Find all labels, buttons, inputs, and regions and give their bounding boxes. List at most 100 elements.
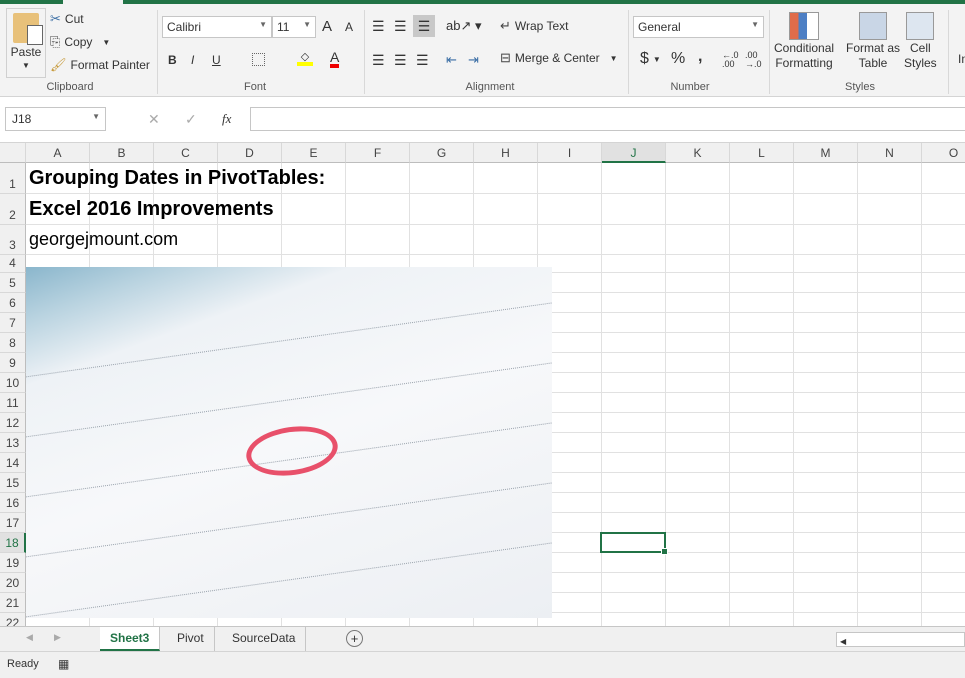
column-header-i[interactable]: I — [538, 143, 602, 163]
row-header-20[interactable]: 20 — [0, 573, 26, 593]
cut-button[interactable]: ✂ Cut — [50, 11, 84, 27]
column-header-d[interactable]: D — [218, 143, 282, 163]
middle-align-button[interactable]: ☰ — [394, 18, 407, 35]
red-circle-mark — [243, 420, 341, 482]
column-header-k[interactable]: K — [666, 143, 730, 163]
add-sheet-button[interactable]: + — [346, 630, 363, 647]
select-all-corner[interactable] — [0, 143, 26, 163]
row-header-15[interactable]: 15 — [0, 473, 26, 493]
number-format-dropdown[interactable]: General ▼ — [633, 16, 764, 38]
cell-styles-icon — [906, 12, 935, 40]
column-header-m[interactable]: M — [794, 143, 858, 163]
row-header-18[interactable]: 18 — [0, 533, 26, 553]
font-size-dropdown[interactable]: 11 ▼ — [272, 16, 316, 38]
row-header-16[interactable]: 16 — [0, 493, 26, 513]
column-header-j[interactable]: J — [602, 143, 666, 163]
format-painter-button[interactable]: 🖌 Format Painter — [50, 57, 150, 73]
column-header-l[interactable]: L — [730, 143, 794, 163]
format-as-label-2: Table — [858, 56, 888, 70]
fill-color-button[interactable]: ◇ — [297, 50, 313, 66]
column-header-b[interactable]: B — [90, 143, 154, 163]
column-header-f[interactable]: F — [346, 143, 410, 163]
insert-label: In — [958, 52, 965, 66]
worksheet-grid[interactable]: ABCDEFGHIJKLMNO 1 2 3 4 5 6 7 8 9 10 11 12 13 14 15 16 1… — [0, 143, 965, 626]
currency-button[interactable]: $ ▼ — [640, 50, 661, 68]
sheet-tab-sourcedata[interactable]: SourceData — [222, 627, 307, 651]
row-header-21[interactable]: 21 — [0, 593, 26, 613]
row-header-12[interactable]: 12 — [0, 413, 26, 433]
align-left-button[interactable]: ☰ — [372, 52, 385, 69]
row-header-8[interactable]: 8 — [0, 333, 26, 353]
chevron-down-icon: ▼ — [652, 54, 661, 64]
row-header-3[interactable]: 3 — [0, 225, 26, 255]
percent-button[interactable]: % — [671, 50, 685, 68]
selected-cell-j18[interactable] — [600, 532, 668, 555]
scroll-right-icon[interactable]: ▶ — [54, 632, 61, 643]
cell-styles-button[interactable]: Cell Styles — [904, 12, 937, 70]
italic-button[interactable]: I — [191, 53, 194, 67]
align-center-button[interactable]: ☰ — [394, 52, 407, 69]
calendar-photo[interactable] — [26, 267, 552, 618]
enter-button[interactable]: ✓ — [185, 111, 197, 128]
row-header-10[interactable]: 10 — [0, 373, 26, 393]
column-header-c[interactable]: C — [154, 143, 218, 163]
row-header-22[interactable]: 22 — [0, 613, 26, 626]
scroll-left-icon[interactable]: ◀ — [26, 632, 33, 643]
decrease-indent-button[interactable]: ⇤ — [446, 52, 457, 68]
bold-button[interactable]: B — [168, 53, 177, 67]
cancel-button[interactable]: ✕ — [148, 111, 160, 128]
copy-button[interactable]: ⎘ Copy ▼ — [50, 34, 110, 50]
shrink-font-button[interactable]: A — [345, 20, 353, 34]
gridline — [793, 163, 794, 626]
row-header-2[interactable]: 2 — [0, 194, 26, 225]
column-header-o[interactable]: O — [922, 143, 965, 163]
top-align-button[interactable]: ☰ — [372, 18, 385, 35]
row-header-9[interactable]: 9 — [0, 353, 26, 373]
row-header-7[interactable]: 7 — [0, 313, 26, 333]
row-header-13[interactable]: 13 — [0, 433, 26, 453]
column-header-a[interactable]: A — [26, 143, 90, 163]
column-header-g[interactable]: G — [410, 143, 474, 163]
merge-center-button[interactable]: ⊟ Merge & Center ▼ — [500, 50, 618, 66]
name-box[interactable]: J18 ▼ — [5, 107, 106, 131]
borders-button[interactable] — [252, 53, 265, 66]
cell-a1[interactable]: Grouping Dates in PivotTables: — [29, 167, 325, 190]
font-color-button[interactable]: A — [330, 50, 340, 68]
cell-a2[interactable]: Excel 2016 Improvements — [29, 198, 274, 221]
gridline — [26, 224, 965, 225]
orientation-button[interactable]: ab↗ ▾ — [446, 18, 482, 34]
bottom-align-button[interactable]: ☰ — [413, 15, 435, 37]
align-right-button[interactable]: ☰ — [416, 52, 429, 69]
insert-button[interactable]: In — [958, 52, 965, 66]
row-header-11[interactable]: 11 — [0, 393, 26, 413]
row-header-4[interactable]: 4 — [0, 255, 26, 273]
row-header-1[interactable]: 1 — [0, 163, 26, 194]
grow-font-button[interactable]: A — [322, 18, 332, 35]
sheet-tab-pivot[interactable]: Pivot — [167, 627, 215, 651]
column-header-e[interactable]: E — [282, 143, 346, 163]
conditional-formatting-button[interactable]: Conditional Formatting — [774, 12, 834, 70]
format-as-table-button[interactable]: Format as Table — [846, 12, 900, 70]
row-header-14[interactable]: 14 — [0, 453, 26, 473]
paste-button[interactable]: Paste ▼ — [6, 8, 46, 78]
insert-function-button[interactable]: fx — [222, 111, 231, 127]
font-name-dropdown[interactable]: Calibri ▼ — [162, 16, 272, 38]
increase-decimal-button[interactable]: ←.0 .00 — [722, 51, 740, 69]
underline-button[interactable]: U — [212, 53, 221, 67]
decrease-decimal-button[interactable]: .00 →.0 — [745, 51, 763, 69]
row-header-17[interactable]: 17 — [0, 513, 26, 533]
comma-button[interactable]: , — [698, 48, 702, 66]
cell-a3[interactable]: georgejmount.com — [29, 229, 178, 250]
increase-indent-button[interactable]: ⇥ — [468, 52, 479, 68]
column-header-n[interactable]: N — [858, 143, 922, 163]
macro-record-icon[interactable]: ▦ — [58, 657, 69, 671]
wrap-text-button[interactable]: ↵ Wrap Text — [500, 18, 568, 34]
row-header-5[interactable]: 5 — [0, 273, 26, 293]
column-header-h[interactable]: H — [474, 143, 538, 163]
sheet-tab-sheet3[interactable]: Sheet3 — [100, 627, 161, 651]
scroll-left-icon[interactable]: ◀ — [837, 637, 846, 646]
formula-input[interactable] — [250, 107, 965, 131]
horizontal-scrollbar[interactable]: ◀ — [836, 632, 965, 647]
row-header-19[interactable]: 19 — [0, 553, 26, 573]
row-header-6[interactable]: 6 — [0, 293, 26, 313]
